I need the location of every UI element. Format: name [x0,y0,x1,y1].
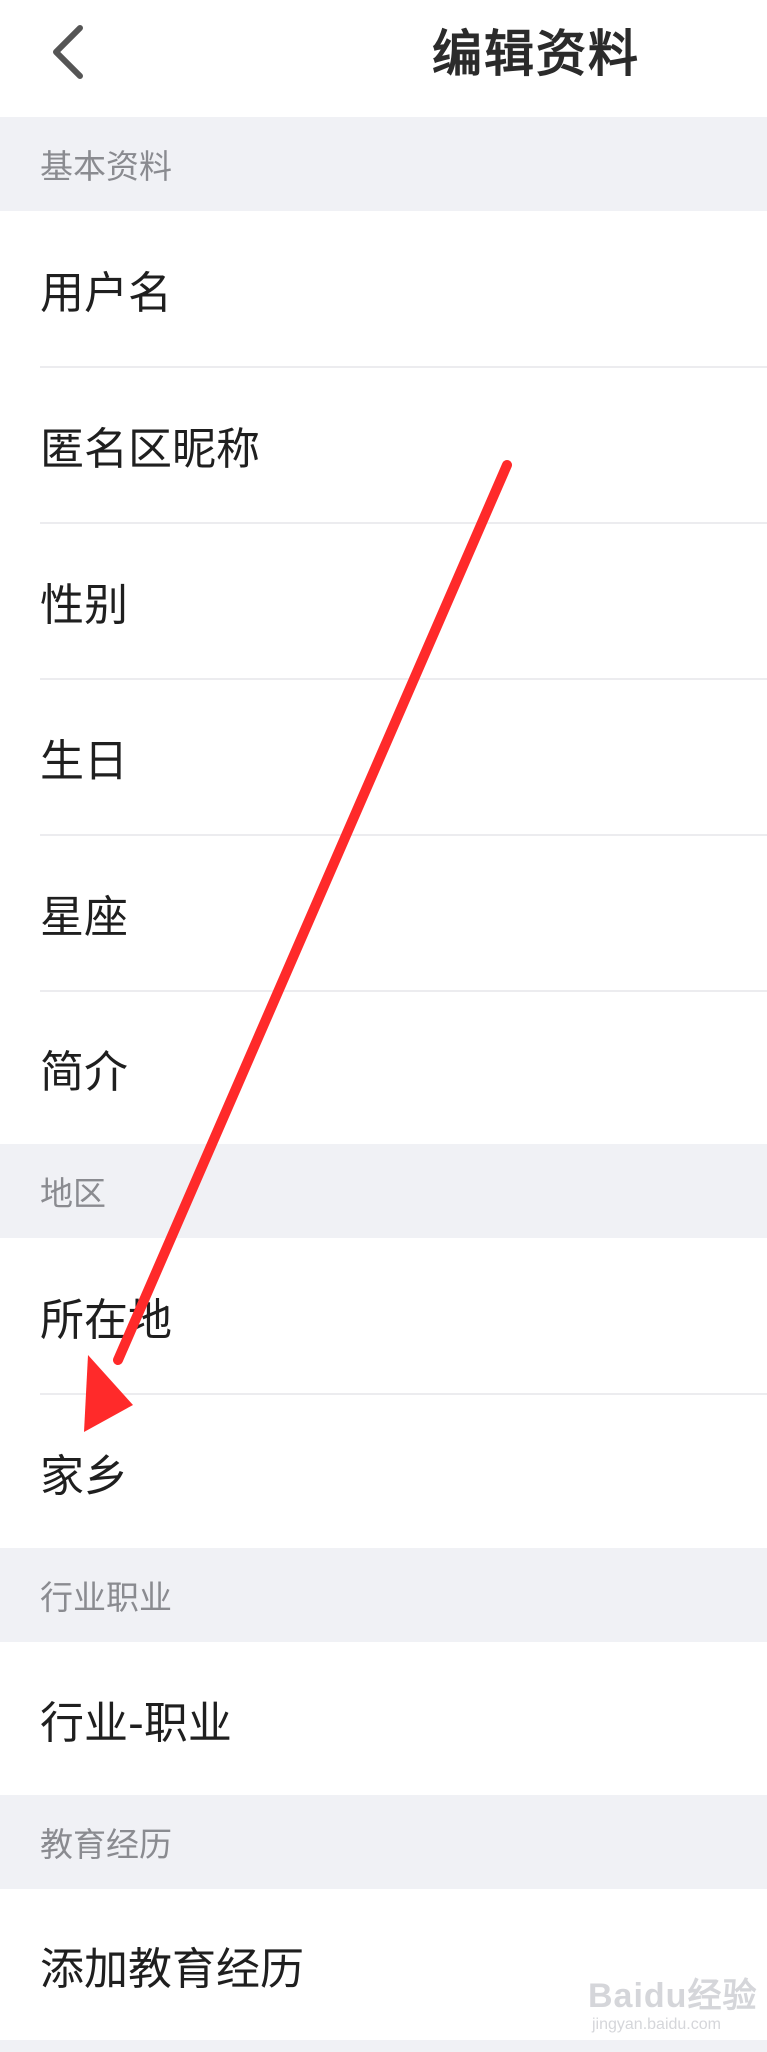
list-item-gender[interactable]: 性别 [0,524,767,678]
section-header-education: 教育经历 [0,1795,767,1889]
list-item-zodiac[interactable]: 星座 [0,836,767,990]
section-header-region: 地区 [0,1144,767,1238]
list-item-bio[interactable]: 简介 [0,992,767,1144]
baidu-jingyan-watermark: Baidu经验 jingyan.baidu.com [588,1968,758,2038]
section-header-basic: 基本资料 [0,117,767,211]
list-item-anonymous-nickname[interactable]: 匿名区昵称 [0,368,767,522]
watermark-logo: Baidu经验 [588,1977,758,2015]
top-nav-bar: 编辑资料 [0,0,767,117]
list-item-birthday[interactable]: 生日 [0,680,767,834]
bottom-strip [0,2040,767,2052]
list-item-industry-occupation[interactable]: 行业-职业 [0,1642,767,1795]
section-header-career: 行业职业 [0,1548,767,1642]
list-item-location[interactable]: 所在地 [0,1238,767,1393]
list-item-username[interactable]: 用户名 [0,211,767,367]
list-item-hometown[interactable]: 家乡 [0,1395,767,1548]
page-title: 编辑资料 [432,25,640,83]
watermark-url: jingyan.baidu.com [592,2016,721,2033]
